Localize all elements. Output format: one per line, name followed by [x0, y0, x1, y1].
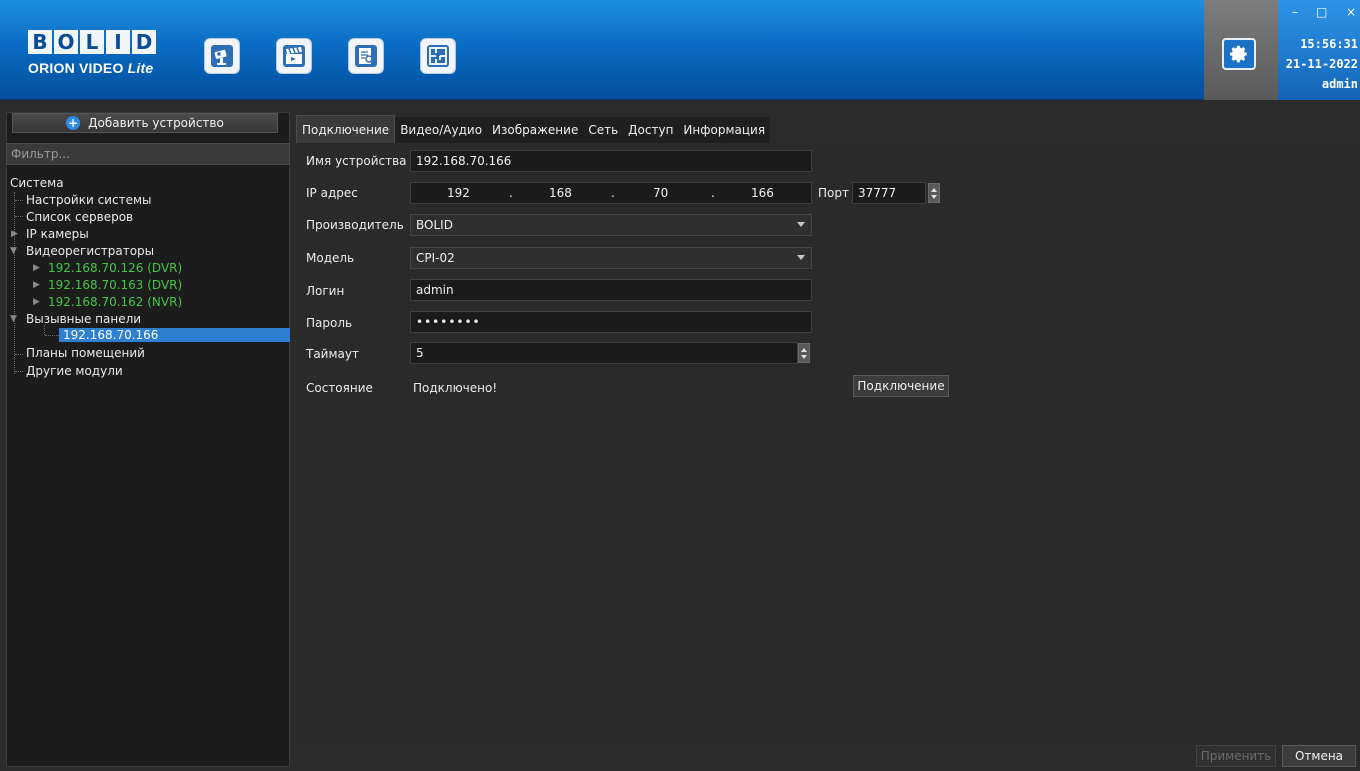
connect-button[interactable]: Подключение — [853, 375, 949, 397]
tree-item-call-panels[interactable]: Вызывные панели — [26, 312, 141, 326]
tree-item-dvr[interactable]: 192.168.70.163 (DVR) — [48, 278, 182, 292]
clock-time: 15:56:31 — [1300, 37, 1358, 51]
model-label: Модель — [306, 251, 355, 265]
tree-connector — [15, 200, 23, 201]
tree-item-ip-cameras[interactable]: IP камеры — [26, 227, 89, 241]
settings-panel — [1204, 0, 1278, 100]
tree-connector — [15, 371, 23, 372]
chevron-down-icon — [797, 222, 805, 227]
maximize-button[interactable]: □ — [1316, 6, 1327, 18]
camera-icon[interactable] — [204, 38, 240, 74]
tree-connector — [44, 325, 45, 335]
login-label: Логин — [306, 284, 345, 298]
tree-connector — [14, 192, 15, 374]
tree-item-system-settings[interactable]: Настройки системы — [26, 193, 151, 207]
add-device-label: Добавить устройство — [88, 116, 224, 130]
app-logo: BOLID ORION VIDEO Lite — [28, 28, 158, 80]
ip-octet-3: 70 — [653, 186, 669, 200]
tab-connection[interactable]: Подключение — [296, 115, 396, 143]
gear-icon[interactable] — [1222, 38, 1256, 70]
app-header: BOLID ORION VIDEO Lite – □ × 15:56:31 21… — [0, 0, 1360, 100]
tab-image[interactable]: Изображение — [487, 117, 584, 143]
tree-expand-arrow[interactable]: ▶ — [33, 295, 40, 309]
tree-item-nvr[interactable]: 192.168.70.162 (NVR) — [48, 295, 182, 309]
timeout-value: 5 — [416, 346, 424, 360]
model-value: CPI-02 — [416, 251, 455, 265]
timeout-label: Таймаут — [306, 347, 359, 361]
timeout-field[interactable]: 5 — [410, 342, 798, 364]
manufacturer-select[interactable]: BOLID — [410, 214, 812, 236]
port-label: Порт — [818, 186, 849, 200]
ip-octet-2: 168 — [549, 186, 572, 200]
model-select[interactable]: CPI-02 — [410, 247, 812, 269]
tree-item-other-modules[interactable]: Другие модули — [26, 364, 123, 378]
device-name-value: 192.168.70.166 — [416, 154, 512, 168]
chevron-down-icon — [797, 255, 805, 260]
port-field[interactable]: 37777 — [852, 182, 926, 204]
device-name-field[interactable]: 192.168.70.166 — [410, 150, 812, 172]
document-search-icon[interactable] — [348, 38, 384, 74]
password-field[interactable]: •••••••• — [410, 311, 812, 333]
tree-item-system[interactable]: Система — [10, 176, 64, 190]
manufacturer-value: BOLID — [416, 218, 453, 232]
tree-connector — [15, 354, 23, 355]
cancel-button[interactable]: Отмена — [1282, 745, 1356, 767]
tab-video-audio[interactable]: Видео/Аудио — [395, 117, 488, 143]
tab-access[interactable]: Доступ — [623, 117, 679, 143]
timeout-spinner[interactable] — [798, 343, 810, 363]
tree-collapse-arrow[interactable]: ▼ — [10, 312, 17, 326]
tree-connector — [15, 216, 23, 217]
tree-item-floor-plans[interactable]: Планы помещений — [26, 346, 145, 360]
tree-expand-arrow[interactable]: ▶ — [33, 278, 40, 292]
add-device-button[interactable]: + Добавить устройство — [12, 113, 278, 133]
status-label: Состояние — [306, 381, 373, 395]
ip-dot: . — [509, 186, 513, 200]
manufacturer-label: Производитель — [306, 218, 404, 232]
ip-dot: . — [711, 186, 715, 200]
port-value: 37777 — [858, 186, 897, 200]
tree-expand-arrow[interactable]: ▶ — [33, 261, 40, 275]
ip-octet-1: 192 — [447, 186, 470, 200]
settings-tabs: Подключение Видео/Аудио Изображение Сеть… — [296, 115, 771, 143]
logo-wordmark: BOLID — [28, 28, 158, 56]
tree-item-dvrs[interactable]: Видеорегистраторы — [26, 244, 154, 258]
filter-placeholder: Фильтр... — [11, 147, 70, 161]
password-value: •••••••• — [416, 315, 481, 329]
close-button[interactable]: × — [1346, 6, 1356, 18]
tree-collapse-arrow[interactable]: ▼ — [10, 244, 17, 258]
ip-address-label: IP адрес — [306, 186, 358, 200]
status-value: Подключено! — [413, 381, 498, 395]
tree-expand-arrow[interactable]: ▶ — [11, 227, 18, 241]
login-value: admin — [416, 283, 454, 297]
tree-connector — [45, 335, 59, 336]
apply-button[interactable]: Применить — [1196, 745, 1276, 767]
clapperboard-icon[interactable] — [276, 38, 312, 74]
tab-network[interactable]: Сеть — [583, 117, 624, 143]
floor-plan-icon[interactable] — [420, 38, 456, 74]
tab-information[interactable]: Информация — [678, 117, 771, 143]
device-name-label: Имя устройства — [306, 154, 407, 168]
tree-item-dvr[interactable]: 192.168.70.126 (DVR) — [48, 261, 182, 275]
port-spinner[interactable] — [928, 183, 940, 203]
ip-dot: . — [611, 186, 615, 200]
status-panel: – □ × 15:56:31 21-11-2022 admin — [1278, 0, 1360, 100]
filter-input[interactable]: Фильтр... — [6, 143, 290, 165]
logo-product-name: ORION VIDEO Lite — [28, 60, 154, 76]
tree-item-server-list[interactable]: Список серверов — [26, 210, 133, 224]
current-user: admin — [1321, 77, 1358, 91]
clock-date: 21-11-2022 — [1285, 57, 1358, 71]
ip-address-field[interactable]: 192 . 168 . 70 . 166 — [410, 182, 812, 204]
login-field[interactable]: admin — [410, 279, 812, 301]
tree-item-call-panel-selected[interactable]: 192.168.70.166 — [59, 328, 290, 342]
password-label: Пароль — [306, 316, 353, 330]
minimize-button[interactable]: – — [1292, 6, 1298, 18]
plus-icon: + — [66, 116, 81, 130]
ip-octet-4: 166 — [751, 186, 774, 200]
